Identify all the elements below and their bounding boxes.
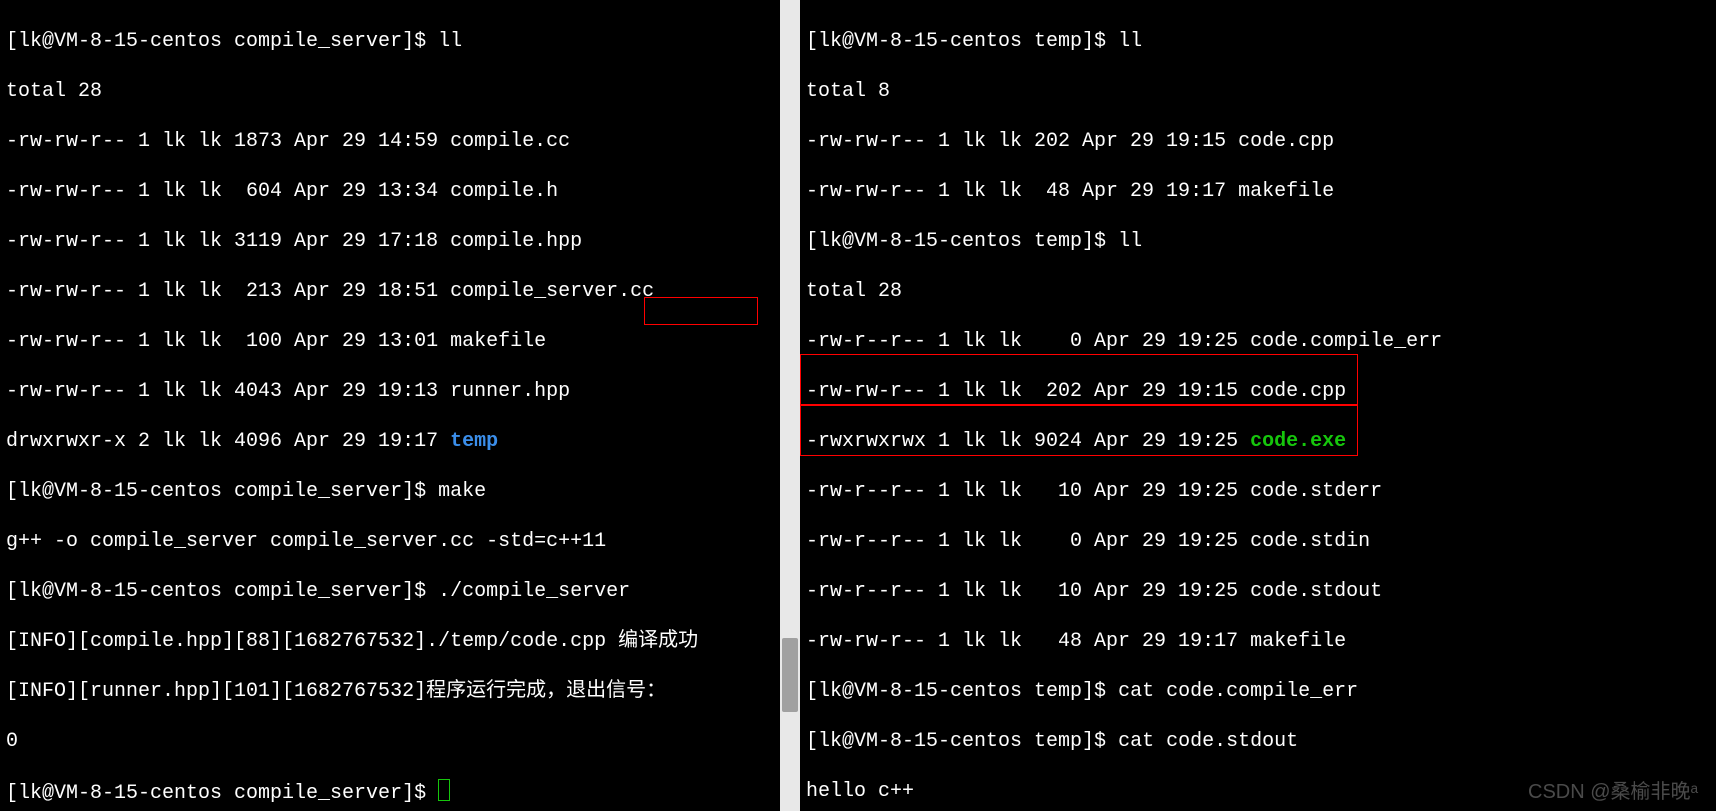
command: make bbox=[438, 480, 486, 503]
ls-row: -rw-rw-r-- 1 lk lk 4043 Apr 29 19:13 run… bbox=[6, 379, 774, 404]
exe-name: code.exe bbox=[1250, 430, 1346, 453]
command: cat code.stdout bbox=[1118, 730, 1298, 753]
shell-prompt: [lk@VM-8-15-centos compile_server]$ bbox=[6, 30, 438, 53]
prompt-line: [lk@VM-8-15-centos temp]$ ll bbox=[806, 29, 1710, 54]
ls-row: -rw-rw-r-- 1 lk lk 202 Apr 29 19:15 code… bbox=[806, 379, 1710, 404]
prompt-line: [lk@VM-8-15-centos compile_server]$ ./co… bbox=[6, 579, 774, 604]
ls-row: -rw-rw-r-- 1 lk lk 100 Apr 29 13:01 make… bbox=[6, 329, 774, 354]
log-line: [INFO][compile.hpp][88][1682767532]./tem… bbox=[6, 629, 774, 654]
ls-total: total 28 bbox=[6, 79, 774, 104]
command: ll bbox=[1118, 230, 1142, 253]
ls-row: -rw-r--r-- 1 lk lk 0 Apr 29 19:25 code.s… bbox=[806, 529, 1710, 554]
prompt-line[interactable]: [lk@VM-8-15-centos compile_server]$ bbox=[6, 779, 774, 806]
ls-row: -rw-r--r-- 1 lk lk 10 Apr 29 19:25 code.… bbox=[806, 579, 1710, 604]
make-output: g++ -o compile_server compile_server.cc … bbox=[6, 529, 774, 554]
dir-name: temp bbox=[450, 430, 498, 453]
command: ./compile_server bbox=[438, 580, 630, 603]
ls-row: -rw-rw-r-- 1 lk lk 48 Apr 29 19:17 makef… bbox=[806, 179, 1710, 204]
ls-row: -rw-rw-r-- 1 lk lk 213 Apr 29 18:51 comp… bbox=[6, 279, 774, 304]
prompt-line: [lk@VM-8-15-centos temp]$ cat code.compi… bbox=[806, 679, 1710, 704]
prompt-line: [lk@VM-8-15-centos temp]$ ll bbox=[806, 229, 1710, 254]
prompt-line: [lk@VM-8-15-centos temp]$ cat code.stdou… bbox=[806, 729, 1710, 754]
cursor-icon bbox=[438, 779, 450, 801]
ls-row: -rw-rw-r-- 1 lk lk 202 Apr 29 19:15 code… bbox=[806, 129, 1710, 154]
left-terminal[interactable]: [lk@VM-8-15-centos compile_server]$ ll t… bbox=[0, 0, 780, 811]
prompt-line: [lk@VM-8-15-centos compile_server]$ make bbox=[6, 479, 774, 504]
ls-row: -rw-rw-r-- 1 lk lk 1873 Apr 29 14:59 com… bbox=[6, 129, 774, 154]
scrollbar-thumb[interactable] bbox=[782, 638, 798, 712]
command: ll bbox=[1118, 30, 1142, 53]
ls-row: -rw-r--r-- 1 lk lk 10 Apr 29 19:25 code.… bbox=[806, 479, 1710, 504]
command: cat code.compile_err bbox=[1118, 680, 1358, 703]
right-terminal[interactable]: [lk@VM-8-15-centos temp]$ ll total 8 -rw… bbox=[800, 0, 1716, 811]
prompt-line: [lk@VM-8-15-centos compile_server]$ ll bbox=[6, 29, 774, 54]
ls-row-exe: -rwxrwxrwx 1 lk lk 9024 Apr 29 19:25 cod… bbox=[806, 429, 1710, 454]
ls-total: total 28 bbox=[806, 279, 1710, 304]
ls-row-dir: drwxrwxr-x 2 lk lk 4096 Apr 29 19:17 tem… bbox=[6, 429, 774, 454]
ls-row: -rw-rw-r-- 1 lk lk 604 Apr 29 13:34 comp… bbox=[6, 179, 774, 204]
command: ll bbox=[438, 30, 462, 53]
ls-row: -rw-r--r-- 1 lk lk 0 Apr 29 19:25 code.c… bbox=[806, 329, 1710, 354]
log-line: [INFO][runner.hpp][101][1682767532]程序运行完… bbox=[6, 679, 774, 704]
ls-total: total 8 bbox=[806, 79, 1710, 104]
ls-row: -rw-rw-r-- 1 lk lk 3119 Apr 29 17:18 com… bbox=[6, 229, 774, 254]
log-line: 0 bbox=[6, 729, 774, 754]
watermark: CSDN @桑榆非晚ᵃ bbox=[1528, 780, 1698, 805]
ls-row: -rw-rw-r-- 1 lk lk 48 Apr 29 19:17 makef… bbox=[806, 629, 1710, 654]
